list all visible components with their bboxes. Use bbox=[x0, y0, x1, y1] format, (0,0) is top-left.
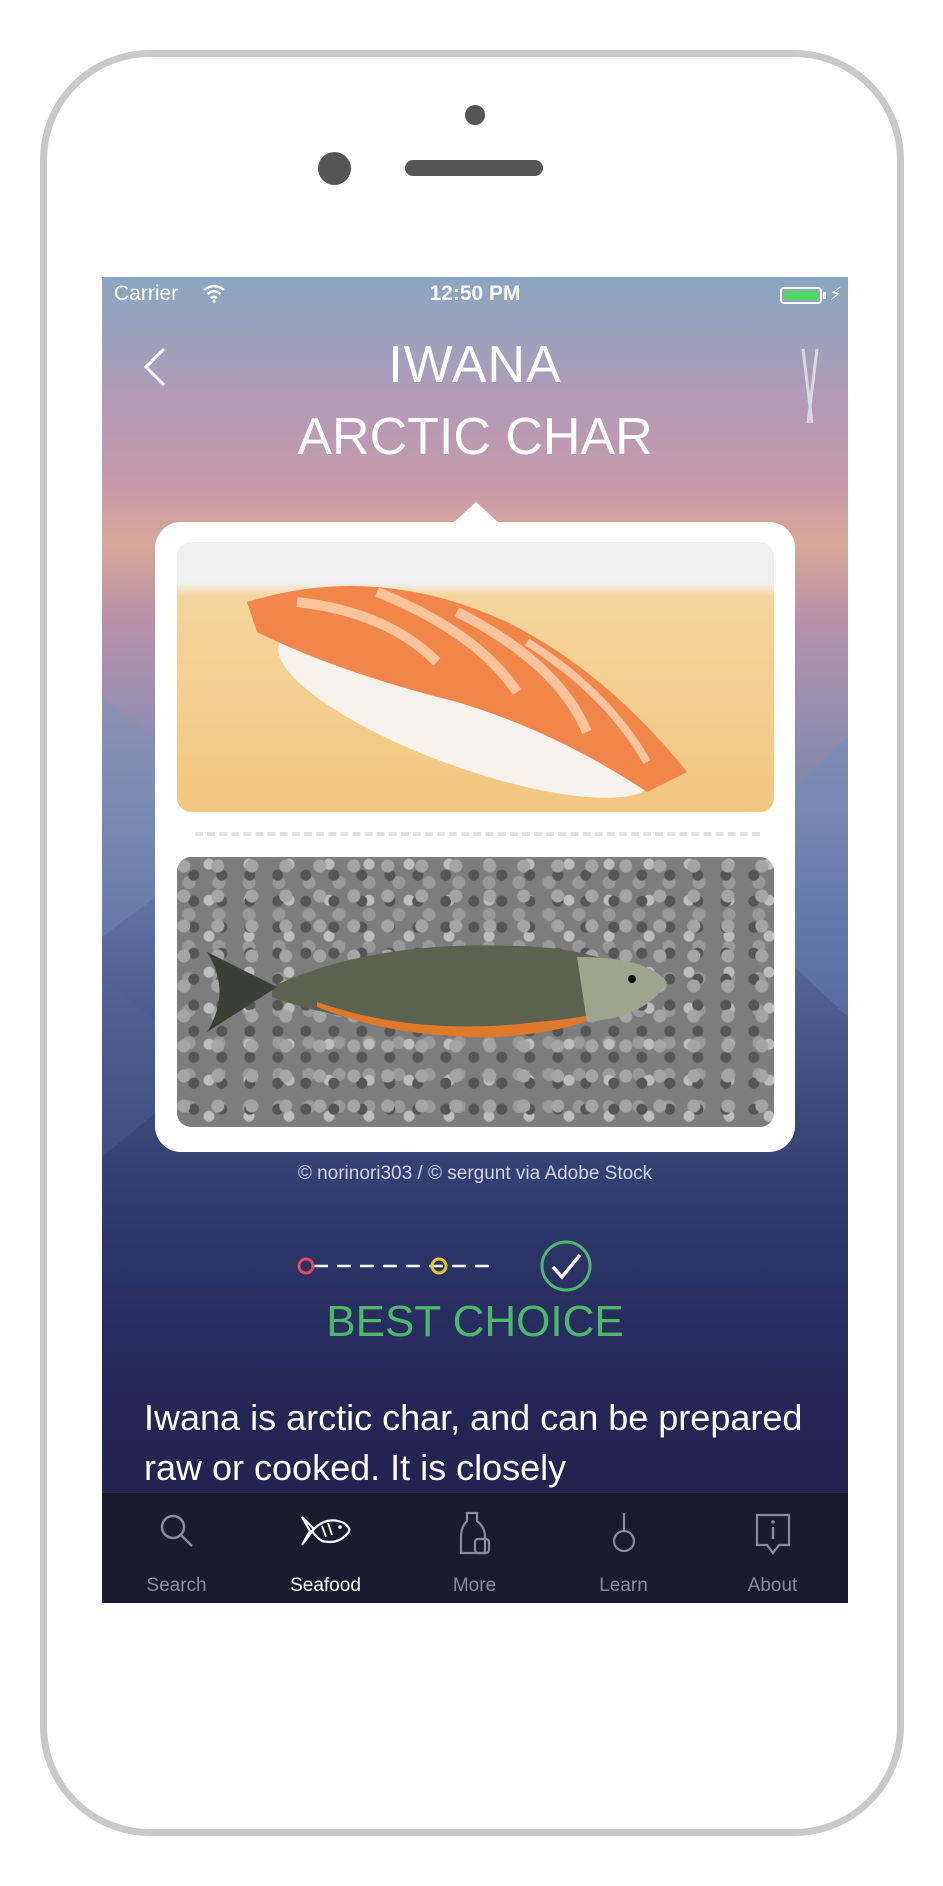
image-divider bbox=[195, 832, 760, 836]
sushi-photo[interactable] bbox=[177, 542, 774, 812]
fish-photo[interactable] bbox=[177, 857, 774, 1127]
fish-icon bbox=[298, 1511, 354, 1555]
description-text: Iwana is arctic char, and can be prepare… bbox=[144, 1397, 803, 1488]
tab-label: Search bbox=[146, 1575, 207, 1596]
tab-bar: Search Seafood More Learn About bbox=[102, 1492, 848, 1603]
status-bar: Carrier 12:50 PM ⚡ bbox=[102, 277, 848, 313]
battery-icon bbox=[780, 287, 822, 304]
page-title: IWANA bbox=[388, 336, 562, 394]
photo-credit: © norinori303 / © sergunt via Adobe Stoc… bbox=[297, 1163, 653, 1184]
earpiece-speaker bbox=[405, 160, 543, 176]
best-check-circle bbox=[540, 1240, 592, 1292]
app-screen: Carrier 12:50 PM ⚡ IWANA ARCTIC CHAR © n… bbox=[102, 277, 848, 1603]
tab-more[interactable]: More bbox=[400, 1493, 549, 1603]
battery-nub bbox=[823, 292, 826, 299]
tab-label: Learn bbox=[599, 1575, 648, 1596]
charging-icon: ⚡ bbox=[829, 284, 842, 305]
tab-seafood[interactable]: Seafood bbox=[251, 1493, 400, 1603]
proximity-sensor bbox=[318, 152, 351, 185]
search-icon bbox=[157, 1511, 197, 1555]
front-camera bbox=[465, 105, 485, 125]
nigiri-illustration bbox=[247, 586, 687, 798]
card-pointer bbox=[452, 502, 500, 524]
avoid-dot bbox=[297, 1257, 315, 1275]
tab-label: About bbox=[747, 1575, 798, 1596]
sake-icon bbox=[455, 1511, 495, 1561]
status-time: 12:50 PM bbox=[429, 282, 521, 305]
hook-icon bbox=[607, 1511, 641, 1561]
checkmark-icon bbox=[551, 1253, 582, 1280]
info-icon bbox=[753, 1511, 793, 1561]
page-subtitle: ARCTIC CHAR bbox=[297, 408, 653, 466]
sustainability-rating bbox=[294, 1224, 594, 1294]
arctic-char-illustration bbox=[207, 945, 667, 1038]
tab-label: Seafood bbox=[290, 1575, 361, 1596]
tab-about[interactable]: About bbox=[698, 1493, 847, 1603]
rating-label: BEST CHOICE bbox=[326, 1297, 624, 1346]
tab-label: More bbox=[452, 1575, 497, 1596]
tab-learn[interactable]: Learn bbox=[549, 1493, 698, 1603]
image-card bbox=[155, 502, 795, 1152]
tab-search[interactable]: Search bbox=[102, 1493, 251, 1603]
